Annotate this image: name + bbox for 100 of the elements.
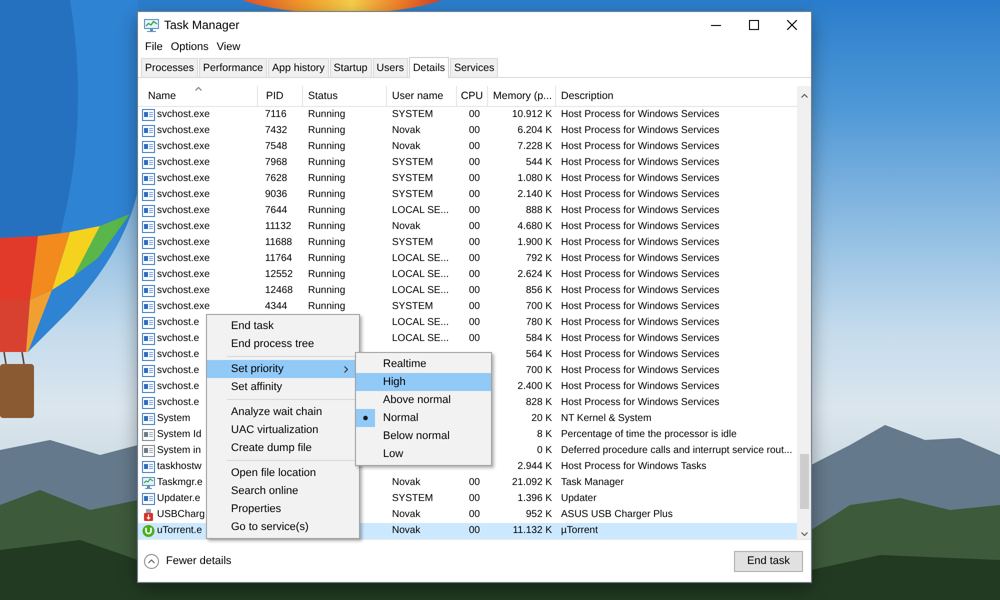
process-name: svchost.e <box>157 381 200 393</box>
cpu-value: 00 <box>468 493 480 505</box>
description-text: Host Process for Windows Services <box>561 317 720 329</box>
user-name: Novak <box>392 125 420 137</box>
program-window-icon <box>142 221 155 233</box>
program-window-icon <box>142 493 155 505</box>
process-name: uTorrent.e <box>157 525 202 537</box>
pid-value: 9036 <box>265 189 288 201</box>
memory-value: 2.140 K <box>518 189 552 201</box>
priority-option[interactable]: Normal <box>356 409 491 427</box>
process-name: svchost.e <box>157 349 200 361</box>
cpu-value: 00 <box>468 221 480 233</box>
cpu-value: 00 <box>468 317 480 329</box>
cpu-value: 00 <box>468 125 480 137</box>
user-name: SYSTEM <box>392 189 434 201</box>
program-window-icon <box>142 269 155 281</box>
tab[interactable]: Performance <box>199 58 268 77</box>
end-task-button[interactable]: End task <box>734 550 803 572</box>
priority-option[interactable]: High <box>356 373 491 391</box>
monitor-chart-icon <box>142 477 155 489</box>
program-window-icon <box>142 125 155 137</box>
description-text: Deferred procedure calls and interrupt service rout... <box>561 445 792 457</box>
menu-item[interactable]: End task <box>207 317 359 335</box>
menu-item[interactable]: Create dump file <box>207 439 359 457</box>
cpu-value: 00 <box>468 477 480 489</box>
user-name: Novak <box>392 477 420 489</box>
memory-value: 2.944 K <box>518 461 552 473</box>
menu-item[interactable]: Properties <box>207 500 359 518</box>
tab[interactable]: Services <box>450 58 498 77</box>
menu-bar-item[interactable]: File <box>141 38 167 56</box>
menu-item[interactable]: End process tree <box>207 335 359 353</box>
scrollbar-thumb[interactable] <box>800 454 808 509</box>
program-window-icon <box>142 141 155 153</box>
cpu-value: 00 <box>468 205 480 217</box>
program-window-icon <box>142 205 155 217</box>
priority-option[interactable]: Above normal <box>356 391 491 409</box>
memory-value: 1.080 K <box>518 173 552 185</box>
user-name: SYSTEM <box>392 157 434 169</box>
menu-bar-item[interactable]: Options <box>166 38 213 56</box>
description-text: NT Kernel & System <box>561 413 652 425</box>
description-text: Host Process for Windows Services <box>561 205 720 217</box>
program-window-icon <box>142 157 155 169</box>
cpu-value: 00 <box>468 157 480 169</box>
tab[interactable]: Details <box>408 57 450 78</box>
memory-value: 1.900 K <box>518 237 552 249</box>
program-window-icon <box>142 413 155 425</box>
tab[interactable]: Processes <box>141 58 198 77</box>
circle-logo-icon <box>142 525 155 537</box>
process-name: System <box>157 413 190 425</box>
memory-value: 544 K <box>526 157 552 169</box>
program-window-icon <box>142 189 155 201</box>
tab[interactable]: Startup <box>330 58 372 77</box>
user-name: LOCAL SE... <box>392 285 449 297</box>
user-name: Novak <box>392 141 420 153</box>
menu-item[interactable]: Analyze wait chain <box>207 403 359 421</box>
priority-option[interactable]: Low <box>356 445 491 463</box>
sort-caret-icon <box>194 87 202 91</box>
user-name: LOCAL SE... <box>392 205 449 217</box>
description-text: Task Manager <box>561 477 624 489</box>
program-window-icon <box>142 333 155 345</box>
pid-value: 7116 <box>265 109 287 121</box>
status-text: Running <box>308 141 346 153</box>
menu-item[interactable]: Open file location <box>207 464 359 482</box>
memory-value: 584 K <box>526 333 552 345</box>
process-name: svchost.exe <box>157 109 210 121</box>
process-name: svchost.e <box>157 397 200 409</box>
status-text: Running <box>308 205 346 217</box>
tab[interactable]: Users <box>372 58 408 77</box>
pid-value: 7432 <box>265 125 288 137</box>
tab[interactable]: App history <box>268 58 329 77</box>
menu-item[interactable]: Search online <box>207 482 359 500</box>
description-text: Updater <box>561 493 597 505</box>
column-header[interactable]: Name <box>138 86 258 106</box>
program-window-icon <box>142 109 155 121</box>
process-name: USBCharg <box>157 509 205 521</box>
memory-value: 564 K <box>526 349 552 361</box>
process-name: svchost.exe <box>157 269 210 281</box>
description-text: ASUS USB Charger Plus <box>561 509 673 521</box>
status-text: Running <box>308 253 346 265</box>
process-name: svchost.exe <box>157 157 210 169</box>
menu-bar-item[interactable]: View <box>212 38 244 56</box>
description-text: Host Process for Windows Services <box>561 333 720 345</box>
menu-item[interactable]: Set affinity <box>207 378 359 396</box>
user-name: SYSTEM <box>392 109 434 121</box>
process-name: taskhostw <box>157 461 202 473</box>
program-window-icon <box>142 173 155 185</box>
memory-value: 888 K <box>526 205 552 217</box>
priority-option[interactable]: Realtime <box>356 355 491 373</box>
pid-value: 7548 <box>265 141 288 153</box>
process-name: Updater.e <box>157 493 200 505</box>
cpu-value: 00 <box>468 285 480 297</box>
pid-value: 11688 <box>265 237 292 249</box>
cpu-value: 00 <box>468 333 480 345</box>
memory-value: 10.912 K <box>512 109 552 121</box>
menu-item[interactable]: UAC virtualization <box>207 421 359 439</box>
memory-value: 856 K <box>526 285 552 297</box>
priority-option[interactable]: Below normal <box>356 427 491 445</box>
description-text: Host Process for Windows Services <box>561 381 720 393</box>
fewer-details-button[interactable]: Fewer details <box>144 554 232 568</box>
memory-value: 2.624 K <box>518 269 552 281</box>
